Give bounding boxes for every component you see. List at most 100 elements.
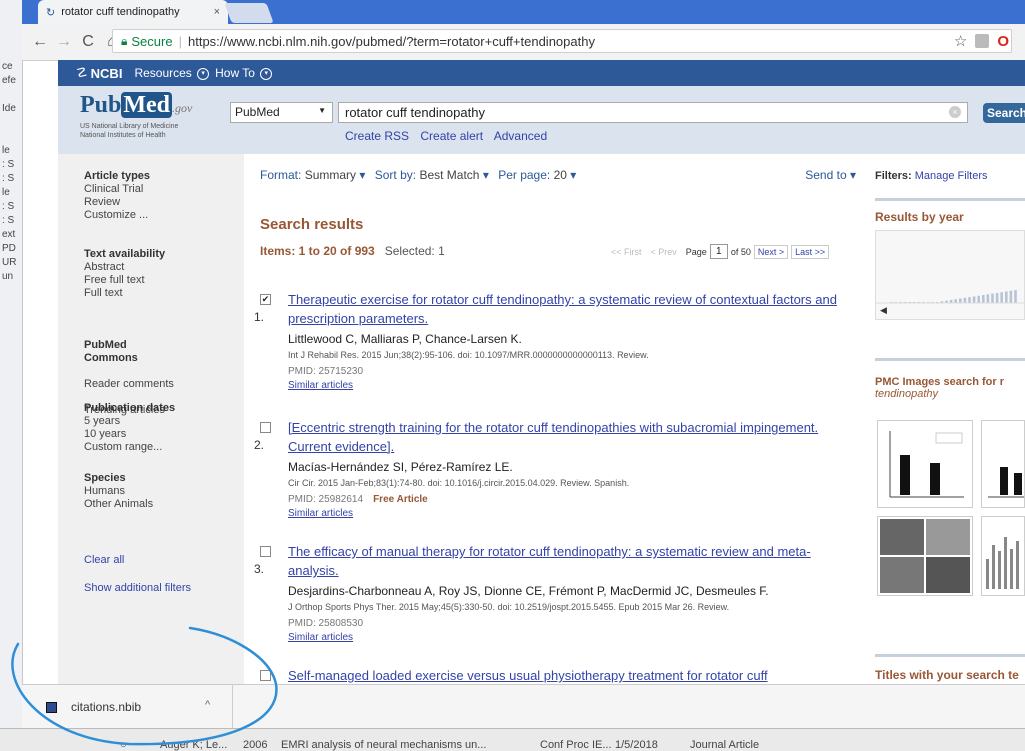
similar-articles-link[interactable]: Similar articles (288, 380, 353, 391)
browser-tab[interactable]: ↻ rotator cuff tendinopathy × (38, 0, 228, 24)
sort-control[interactable]: Sort by: Best Match ▾ (375, 168, 489, 182)
result-pmid: PMID: 25808530 (288, 618, 364, 629)
result-checkbox[interactable] (260, 546, 271, 557)
database-select[interactable]: PubMed ▼ (230, 102, 333, 123)
address-bar[interactable]: 🔒︎ Secure | https://www.ncbi.nlm.nih.gov… (112, 29, 1012, 53)
selected-count[interactable]: Selected: 1 (385, 244, 445, 258)
download-item[interactable]: citations.nbib ^ (22, 685, 233, 729)
header-links: Create RSS Create alert Advanced (345, 129, 555, 143)
filter-reader-comments[interactable]: Reader comments (84, 378, 174, 391)
result-checkbox[interactable] (260, 422, 271, 433)
result-title-link[interactable]: [Eccentric strength training for the rot… (288, 418, 860, 456)
bg-row-type: Journal Article (690, 739, 760, 751)
pubmed-logo[interactable]: PubMed .gov (80, 92, 192, 119)
perpage-value: 20 (553, 168, 567, 182)
similar-articles-link[interactable]: Similar articles (288, 632, 353, 643)
filter-clinical-trial[interactable]: Clinical Trial (84, 183, 150, 196)
pmc-images-title[interactable]: PMC Images search for r (875, 376, 1025, 388)
filter-5-years[interactable]: 5 years (84, 415, 175, 428)
thumbnail-bar (1010, 549, 1013, 589)
result-checkbox[interactable] (260, 670, 271, 681)
perpage-control[interactable]: Per page: 20 ▾ (498, 168, 576, 182)
chevron-up-icon[interactable]: ^ (205, 699, 210, 711)
resources-menu[interactable]: Resources ▾ (134, 66, 210, 80)
reload-icon[interactable]: C (76, 33, 100, 51)
next-page-button[interactable]: Next > (753, 244, 789, 259)
forward-arrow-icon[interactable]: → (52, 33, 76, 51)
section-title: Article types (84, 170, 151, 182)
result-citation: Cir Cir. 2015 Jan-Feb;83(1):74-80. doi: … (288, 478, 630, 488)
bg-window-line: ce (2, 61, 13, 72)
filter-10-years[interactable]: 10 years (84, 428, 175, 441)
ncbi-logo[interactable]: NCBI (91, 66, 123, 81)
year-bar (986, 294, 990, 303)
dropdown-arrow-icon: ▼ (318, 106, 326, 115)
bg-row-date: 1/5/2018 (615, 739, 658, 751)
filter-review[interactable]: Review (84, 196, 150, 209)
filter-free-full-text[interactable]: Free full text (84, 274, 165, 287)
result-item: 3. The efficacy of manual therapy for ro… (244, 542, 856, 652)
bg-row-venue: Conf Proc IE... (540, 739, 612, 751)
results-by-year-chart[interactable]: ◀ (875, 230, 1025, 320)
create-rss-link[interactable]: Create RSS (345, 129, 409, 143)
url-text[interactable]: https://www.ncbi.nlm.nih.gov/pubmed/?ter… (188, 34, 954, 49)
pmc-thumbnail[interactable] (877, 420, 973, 508)
pmc-thumbnail[interactable] (877, 516, 973, 596)
file-icon (46, 701, 57, 713)
result-checkbox[interactable]: ✔ (260, 294, 271, 305)
bg-window-line: : S (2, 201, 15, 212)
result-title-link[interactable]: Therapeutic exercise for rotator cuff te… (288, 290, 860, 328)
bg-window-line: Ide (2, 103, 16, 114)
create-alert-link[interactable]: Create alert (420, 129, 483, 143)
pmc-thumbnail[interactable] (981, 516, 1025, 596)
search-input[interactable]: rotator cuff tendinopathy × (338, 102, 968, 123)
format-value: Summary (304, 168, 357, 182)
bg-window-line: le (2, 145, 10, 156)
result-title-link[interactable]: The efficacy of manual therapy for rotat… (288, 542, 860, 580)
caret-icon: ▾ (359, 168, 366, 182)
result-title-link[interactable]: Self-managed loaded exercise versus usua… (288, 666, 856, 684)
scroll-left-arrow-icon[interactable]: ◀ (880, 305, 887, 315)
result-citation: Int J Rehabil Res. 2015 Jun;38(2):95-106… (288, 350, 649, 360)
url-separator: | (178, 33, 182, 49)
back-arrow-icon[interactable]: ← (28, 33, 52, 51)
items-range: Items: 1 to 20 of 993 (260, 244, 375, 258)
year-bar (991, 293, 994, 303)
bg-window-line (0, 116, 22, 130)
filter-other-animals[interactable]: Other Animals (84, 498, 153, 511)
extension-icon[interactable] (975, 34, 990, 48)
last-page-button[interactable]: Last >> (791, 244, 830, 259)
format-control[interactable]: Format: Summary ▾ (260, 168, 365, 182)
result-authors: Littlewood C, Malliaras P, Chance-Larsen… (288, 332, 522, 346)
bg-row-author: Auger K; Le... (160, 739, 228, 751)
advanced-search-link[interactable]: Advanced (494, 129, 547, 143)
extension-o-icon[interactable]: O (997, 33, 1009, 50)
thumbnail-bar (1004, 537, 1007, 589)
clear-all-link[interactable]: Clear all (84, 554, 124, 566)
similar-articles-link[interactable]: Similar articles (288, 508, 353, 519)
first-page-button[interactable]: << First (608, 245, 645, 258)
manage-filters-link[interactable]: Manage Filters (915, 170, 988, 182)
search-button[interactable]: Search (983, 103, 1025, 123)
bookmark-star-icon[interactable]: ☆ (954, 32, 967, 50)
prev-page-button[interactable]: < Prev (647, 245, 680, 258)
result-pmid: PMID: 25715230 (288, 366, 364, 377)
filter-custom-range[interactable]: Custom range... (84, 441, 175, 454)
background-window-strip: ce efe Ide le: S: S le: S: S ext PD UR un (0, 0, 23, 750)
page-number-input[interactable]: 1 (709, 244, 728, 259)
new-tab-button[interactable] (224, 3, 274, 23)
filter-abstract[interactable]: Abstract (84, 261, 165, 274)
year-bar (995, 292, 999, 303)
send-to-button[interactable]: Send to ▾ (805, 168, 856, 182)
filter-full-text[interactable]: Full text (84, 287, 165, 300)
close-tab-icon[interactable]: × (214, 6, 220, 18)
clear-search-icon[interactable]: × (949, 106, 961, 118)
filter-humans[interactable]: Humans (84, 485, 153, 498)
pmc-thumbnail[interactable] (981, 420, 1025, 508)
howto-menu[interactable]: How To ▾ (215, 66, 273, 80)
filter-customize[interactable]: Customize ... (84, 209, 150, 222)
pmc-images-query: tendinopathy (875, 388, 938, 400)
titles-search-title: Titles with your search te (875, 668, 1019, 682)
show-additional-filters-link[interactable]: Show additional filters (84, 582, 191, 594)
bg-window-line (0, 88, 22, 102)
